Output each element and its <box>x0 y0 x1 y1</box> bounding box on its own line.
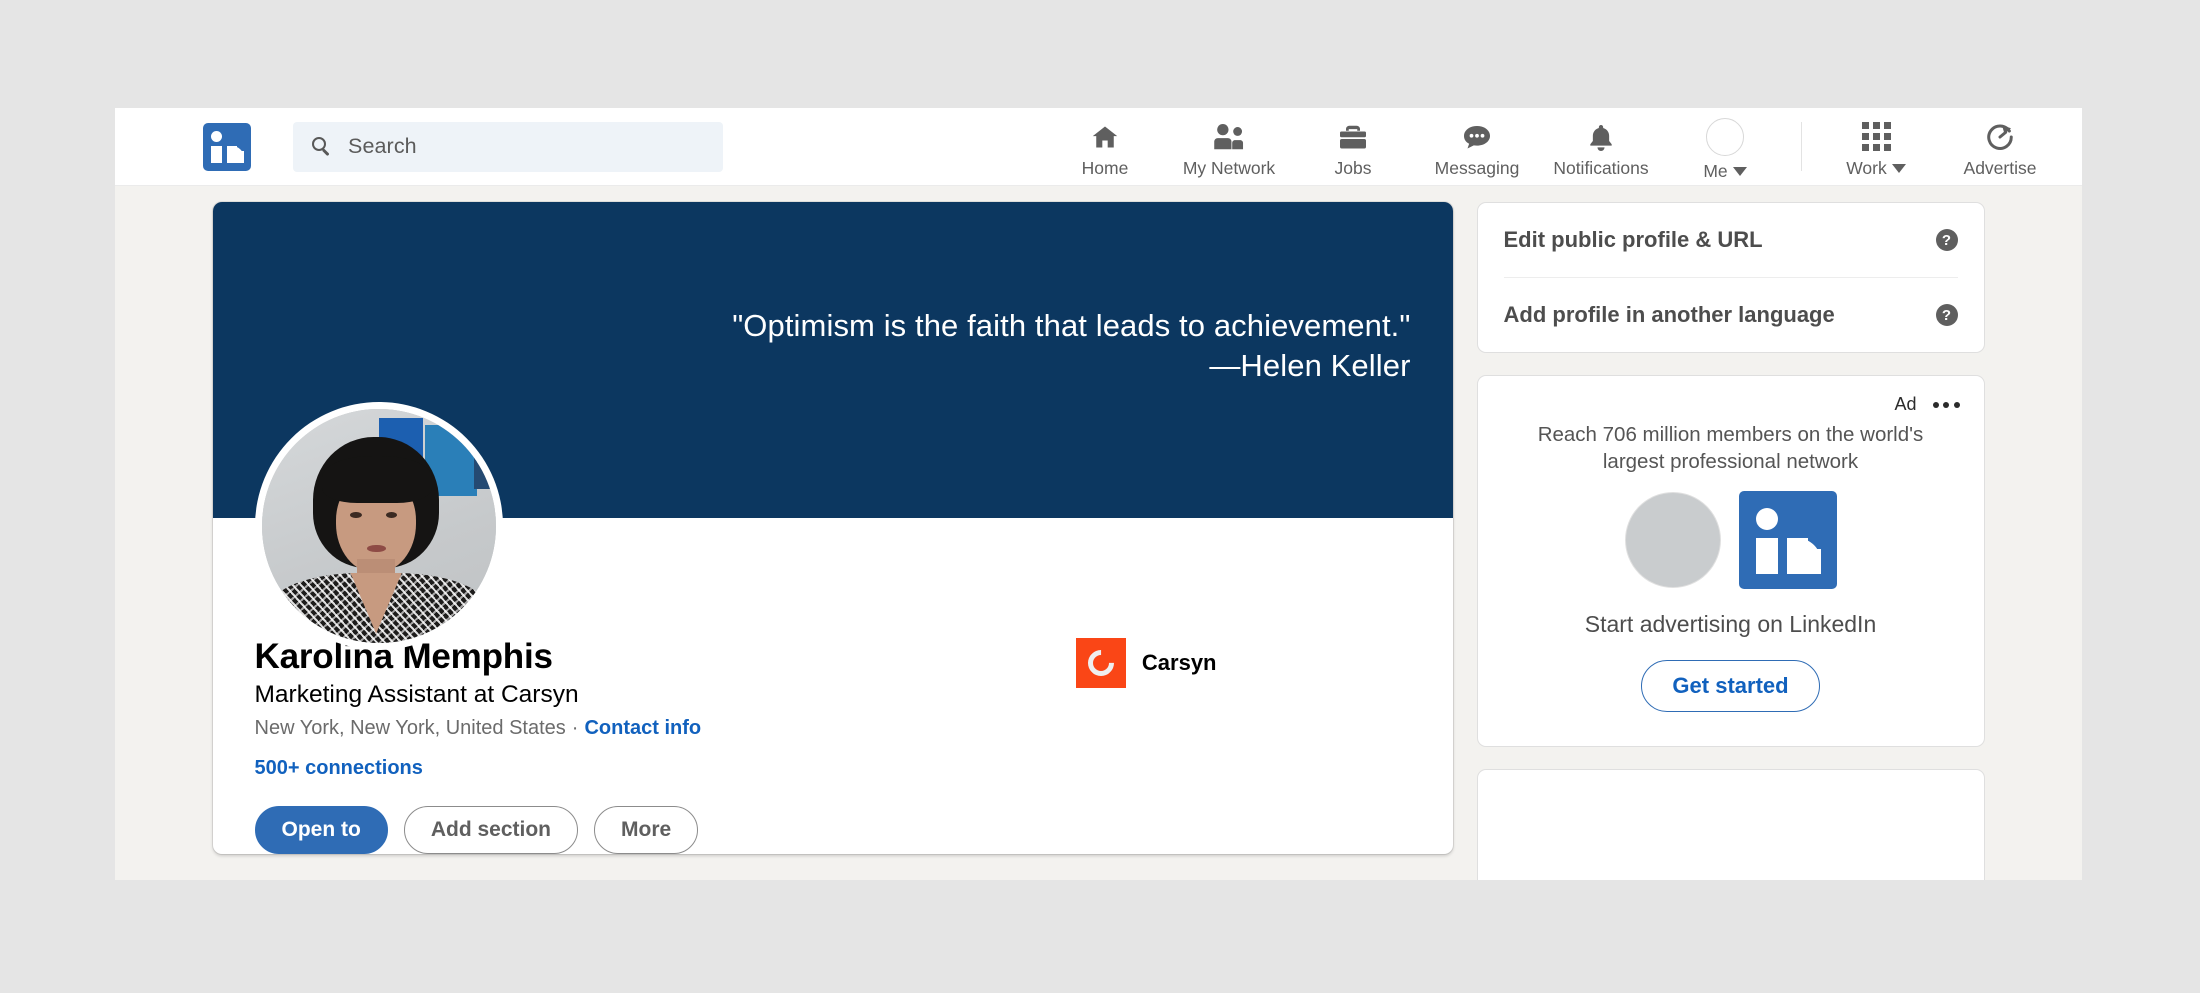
ad-cta-wrap: Get started <box>1500 660 1962 713</box>
nav-label-me-text: Me <box>1703 160 1728 181</box>
open-to-button[interactable]: Open to <box>254 806 388 855</box>
nav-primary-group: Home My Network Jobs Messaging Notificat… <box>1043 108 1787 185</box>
nav-label-messaging: Messaging <box>1434 157 1520 178</box>
nav-item-advertise[interactable]: Advertise <box>1938 108 2062 185</box>
grid-icon <box>1859 121 1893 153</box>
global-navigation-bar: Search Home My Network Jobs Messaging No… <box>115 108 2082 186</box>
home-icon <box>1088 121 1122 153</box>
edit-public-profile-row[interactable]: Edit public profile & URL ? <box>1478 203 1984 277</box>
add-profile-language-row[interactable]: Add profile in another language ? <box>1478 278 1984 352</box>
ad-header: Ad <box>1500 394 1962 415</box>
nav-item-work[interactable]: Work <box>1814 108 1938 185</box>
help-icon[interactable]: ? <box>1935 304 1958 326</box>
chevron-down-icon <box>1732 166 1747 176</box>
chat-bubble-icon <box>1460 121 1494 153</box>
more-options-icon[interactable] <box>1931 398 1962 412</box>
advertise-icon <box>1983 121 2017 153</box>
more-button[interactable]: More <box>594 806 699 855</box>
search-placeholder: Search <box>348 134 417 158</box>
page-content: "Optimism is the faith that leads to ach… <box>115 186 2082 880</box>
get-started-button[interactable]: Get started <box>1641 660 1820 713</box>
nav-secondary-group: Work Advertise <box>1814 108 2062 185</box>
nav-item-messaging[interactable]: Messaging <box>1415 108 1539 185</box>
people-icon <box>1212 121 1246 153</box>
help-icon[interactable]: ? <box>1935 229 1958 251</box>
profile-card: "Optimism is the faith that leads to ach… <box>212 202 1453 855</box>
advertisement-card: Ad Reach 706 million members on the worl… <box>1476 375 1985 748</box>
main-column: "Optimism is the faith that leads to ach… <box>212 202 1453 880</box>
sidebar-column: Edit public profile & URL ? Add profile … <box>1476 202 1985 880</box>
ad-headline: Reach 706 million members on the world's… <box>1537 423 1924 474</box>
briefcase-icon <box>1336 121 1370 153</box>
nav-divider <box>1801 122 1802 171</box>
nav-right-group: Home My Network Jobs Messaging Notificat… <box>1043 108 2082 185</box>
chevron-down-icon <box>1891 163 1906 173</box>
nav-item-notifications[interactable]: Notifications <box>1539 108 1663 185</box>
profile-name-block: Karolina Memphis Marketing Assistant at … <box>255 636 955 780</box>
add-profile-language-label: Add profile in another language <box>1503 302 1835 327</box>
banner-quote-text: "Optimism is the faith that leads to ach… <box>732 308 1411 383</box>
ad-cta-text: Start advertising on LinkedIn <box>1584 611 1877 638</box>
search-icon <box>312 136 332 157</box>
nav-item-jobs[interactable]: Jobs <box>1291 108 1415 185</box>
nav-label-advertise: Advertise <box>1963 157 2037 178</box>
current-company-chip[interactable]: Carsyn <box>1075 638 1217 688</box>
profile-location-row: New York, New York, United States · Cont… <box>255 717 955 740</box>
nav-label-home: Home <box>1081 157 1129 178</box>
search-input[interactable]: Search <box>293 121 723 172</box>
avatar <box>1706 117 1744 156</box>
edit-public-profile-label: Edit public profile & URL <box>1503 227 1763 252</box>
browser-viewport: Search Home My Network Jobs Messaging No… <box>115 108 2082 880</box>
nav-item-my-network[interactable]: My Network <box>1167 108 1291 185</box>
nav-label-me: Me <box>1703 160 1747 182</box>
bell-icon <box>1584 121 1618 153</box>
profile-headline: Marketing Assistant at Carsyn <box>254 681 579 709</box>
company-name: Carsyn <box>1141 650 1217 675</box>
ad-label: Ad <box>1894 394 1917 414</box>
nav-label-jobs: Jobs <box>1334 157 1372 178</box>
location-separator: · <box>571 717 579 740</box>
linkedin-logo-icon <box>1738 491 1837 590</box>
nav-left-group: Search <box>115 121 723 172</box>
nav-item-me[interactable]: Me <box>1663 108 1787 185</box>
nav-label-work: Work <box>1846 158 1906 179</box>
profile-photo[interactable] <box>254 402 503 650</box>
sidebar-card-partial <box>1476 769 1985 880</box>
profile-links-card: Edit public profile & URL ? Add profile … <box>1476 202 1985 353</box>
nav-item-home[interactable]: Home <box>1043 108 1167 185</box>
add-section-button[interactable]: Add section <box>403 806 579 855</box>
linkedin-logo-icon[interactable] <box>203 122 251 171</box>
ad-avatar <box>1624 492 1721 589</box>
ad-media <box>1500 491 1962 590</box>
contact-info-link[interactable]: Contact info <box>584 717 701 740</box>
connections-count[interactable]: 500+ connections <box>255 757 955 780</box>
nav-label-my-network: My Network <box>1182 157 1276 178</box>
profile-location: New York, New York, United States <box>254 717 566 740</box>
nav-label-work-text: Work <box>1846 157 1887 178</box>
profile-action-buttons: Open to Add section More <box>254 806 1411 855</box>
nav-label-notifications: Notifications <box>1553 157 1649 178</box>
company-logo-icon <box>1075 638 1126 688</box>
